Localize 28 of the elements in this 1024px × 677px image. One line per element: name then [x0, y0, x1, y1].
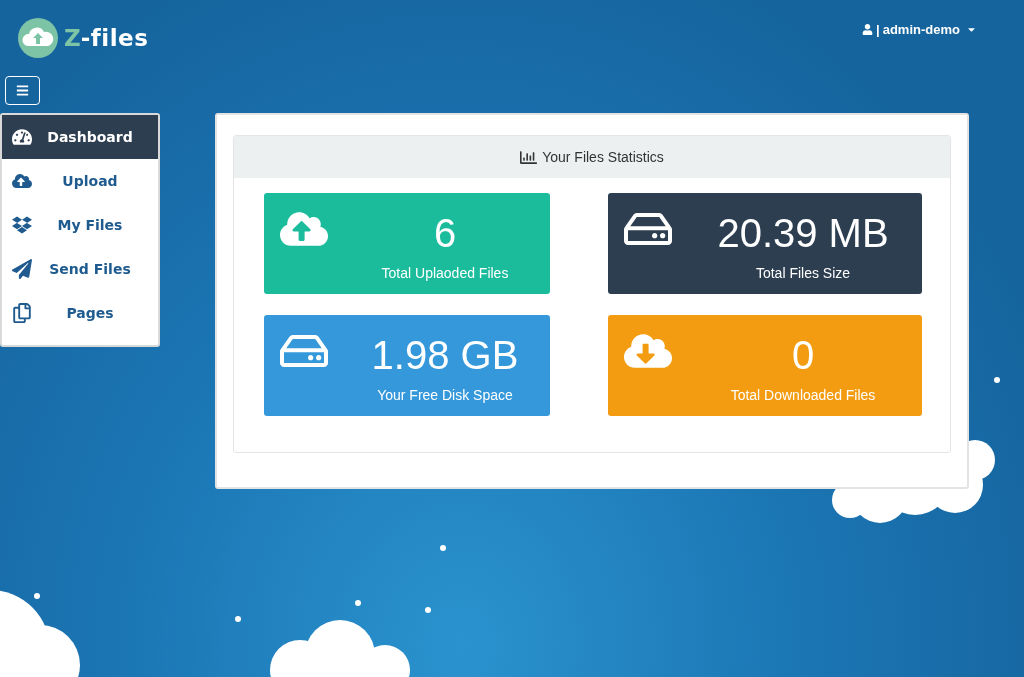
user-menu[interactable]: | admin-demo [862, 22, 977, 37]
star-dot [440, 545, 446, 551]
sidebar-item[interactable]: Dashboard [2, 115, 158, 159]
logo-text: Z-files [64, 25, 149, 51]
stat-label: Total Uplaoded Files [381, 265, 509, 281]
stat-value: 6 [433, 210, 457, 257]
stat-label: Total Downloaded Files [730, 387, 876, 403]
star-dot [425, 607, 431, 613]
stat-value: 1.98 GB [371, 332, 519, 379]
sidebar-item-icon [12, 259, 32, 279]
star-dot [235, 616, 241, 622]
stat-label: Your Free Disk Space [377, 387, 513, 403]
user-icon [862, 24, 874, 35]
stat-label: Total Files Size [755, 265, 851, 281]
stat-value: 0 [791, 332, 815, 379]
card-title: Your Files Statistics [542, 149, 664, 165]
menu-button[interactable] [5, 76, 40, 105]
sidebar-item-icon [12, 127, 32, 147]
sidebar-item-icon [12, 171, 32, 191]
sidebar-item-icon [12, 303, 32, 323]
stat-value: 20.39 MB [717, 210, 889, 257]
star-dot [994, 377, 1000, 383]
star-dot [34, 593, 40, 599]
sidebar-item-icon [12, 215, 32, 235]
bar-chart-icon [520, 148, 538, 166]
logo-icon [18, 18, 58, 58]
star-dot [355, 600, 361, 606]
menu-icon [16, 84, 29, 97]
